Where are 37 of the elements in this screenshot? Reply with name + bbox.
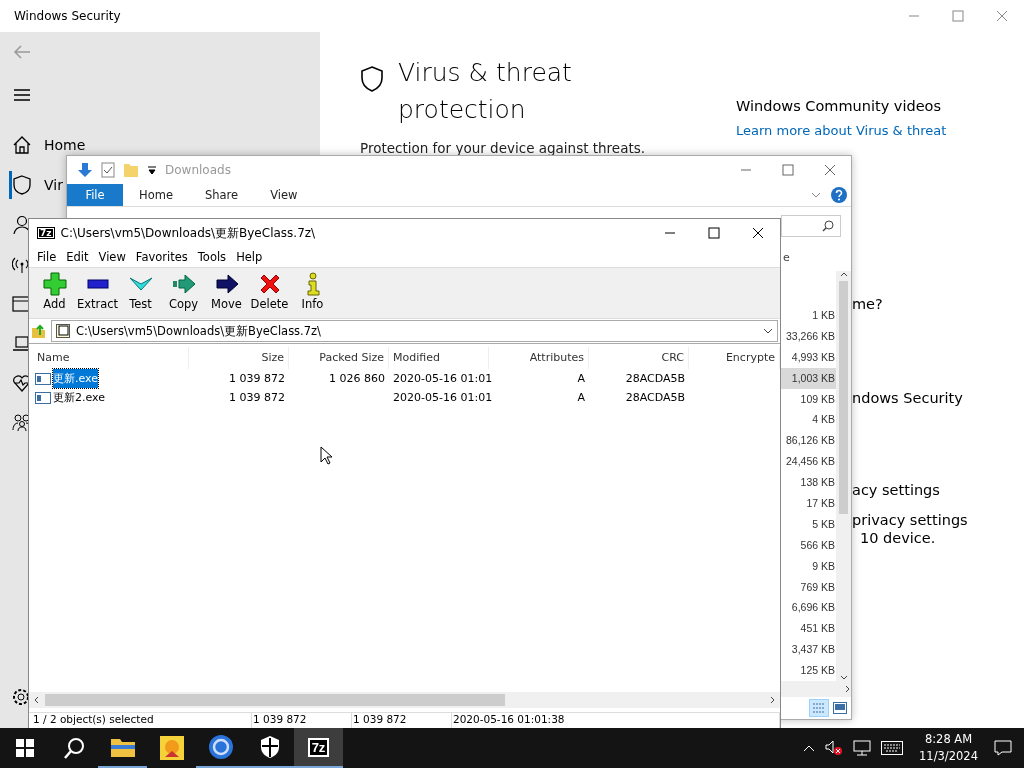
file-size: 9 KB <box>811 558 836 574</box>
table-cell-text: 1 026 860 <box>328 371 386 387</box>
page-heading: Virus & threat protection <box>398 57 573 126</box>
file-size: 86,126 KB <box>784 433 836 449</box>
file-size: 17 KB <box>805 496 836 511</box>
table-cell-text: A <box>576 371 586 387</box>
file-size: 4,993 KB <box>790 349 836 365</box>
file-size: 769 KB <box>799 579 836 595</box>
file-size: 1 KB <box>811 307 836 323</box>
page-subtitle: Protection for your device against threats. <box>360 140 647 156</box>
file-size: 125 KB <box>799 663 836 679</box>
partial-text: me? <box>852 296 884 312</box>
file-size: 1,003 KB <box>781 367 836 389</box>
window-title: Downloads <box>165 162 231 177</box>
partial-text: acy settings <box>852 482 941 498</box>
table-cell-text: 1 039 872 <box>228 390 286 406</box>
table-cell-text: 28ACDA5B <box>624 390 686 406</box>
partial-text: privacy settings <box>852 512 968 528</box>
table-cell-text: A <box>576 390 586 406</box>
table-cell-text: 1 039 872 <box>228 371 286 387</box>
file-size: 33,266 KB <box>784 328 836 344</box>
app-logo: 7z <box>37 227 55 239</box>
file-size: 24,456 KB <box>784 454 836 470</box>
table-cell-text: 28ACDA5B <box>624 371 686 387</box>
partial-text: 10 device. <box>860 530 937 546</box>
file-size: 3,437 KB <box>790 642 836 658</box>
file-size: 138 KB <box>799 475 836 491</box>
window-title: C:\Users\vm5\Downloads\更新ByeClass.7z\ <box>60 224 316 242</box>
window-title: Windows Security <box>14 9 121 23</box>
file-size: 6,696 KB <box>790 600 836 616</box>
file-size: 5 KB <box>811 516 836 532</box>
file-size: 109 KB <box>799 391 836 407</box>
section-title: Windows Community videos <box>736 98 943 114</box>
partial-text: ndows Security <box>852 390 964 406</box>
file-size: 566 KB <box>799 537 836 553</box>
file-size: 4 KB <box>811 412 836 428</box>
file-size: 451 KB <box>799 621 836 637</box>
